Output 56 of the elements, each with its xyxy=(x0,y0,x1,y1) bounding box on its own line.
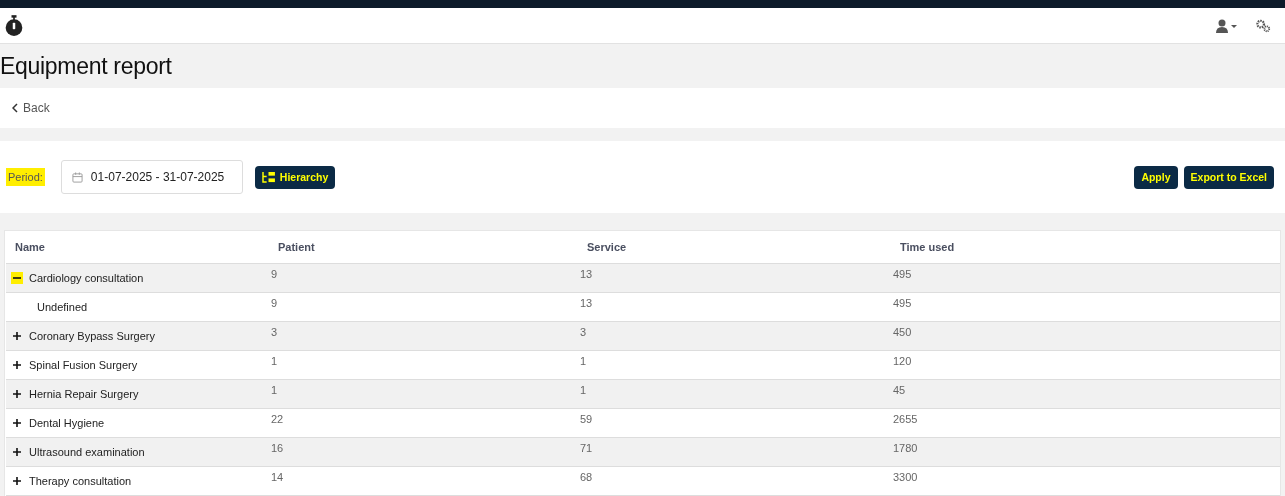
table-cell-text: 1 xyxy=(270,383,279,396)
chevron-left-icon xyxy=(12,103,18,113)
back-link[interactable]: Back xyxy=(12,101,50,115)
table-cell-text: 13 xyxy=(579,296,594,309)
hierarchy-icon xyxy=(261,171,275,183)
table-cell: Spinal Fusion Surgery xyxy=(29,359,138,371)
table-cell-text: 22 xyxy=(270,412,285,425)
table-cell-text: 495 xyxy=(892,267,913,280)
period-label: Period: xyxy=(6,168,45,186)
settings-icon[interactable] xyxy=(1256,18,1271,33)
collapse-icon[interactable] xyxy=(11,272,23,284)
hierarchy-button[interactable]: Hierarchy xyxy=(254,165,336,189)
table-cell-text: 495 xyxy=(892,296,913,309)
table-cell-text: 68 xyxy=(579,470,594,483)
table-cell-text: 59 xyxy=(579,412,594,425)
table-cell-text: 16 xyxy=(270,441,285,454)
table-cell: Ultrasound examination xyxy=(29,446,145,458)
table-cell-text: 3300 xyxy=(892,470,919,483)
table-cell-text: 71 xyxy=(579,441,594,454)
table-cell: Cardiology consultation xyxy=(29,272,144,284)
table-cell-text: 9 xyxy=(270,296,279,309)
expand-icon[interactable] xyxy=(11,388,23,400)
export-button[interactable]: Export to Excel xyxy=(1183,165,1274,189)
table-cell: Therapy consultation xyxy=(29,475,132,487)
column-header: Patient xyxy=(277,241,316,253)
table-cell-text: 9 xyxy=(270,267,279,280)
expand-icon[interactable] xyxy=(11,475,23,487)
table-cell-text: 1 xyxy=(270,354,279,367)
table-cell-text: 3 xyxy=(579,325,588,338)
user-icon[interactable] xyxy=(1216,18,1238,33)
expand-icon[interactable] xyxy=(11,359,23,371)
table-cell-text: 3 xyxy=(270,325,279,338)
expand-icon[interactable] xyxy=(11,330,23,342)
table-cell: Dental Hygiene xyxy=(29,417,105,429)
table-cell-text: 45 xyxy=(892,383,907,396)
column-header: Name xyxy=(14,241,46,253)
stopwatch-icon[interactable] xyxy=(4,13,24,38)
table-cell-text: 14 xyxy=(270,470,285,483)
column-header: Time used xyxy=(899,241,956,253)
table-cell-text: 120 xyxy=(892,354,913,367)
apply-button[interactable]: Apply xyxy=(1134,165,1178,189)
table-cell: Hernia Repair Surgery xyxy=(29,388,139,400)
date-range-field[interactable]: 01-07-2025 - 31-07-2025 xyxy=(60,160,243,194)
table-cell-text: 13 xyxy=(579,267,594,280)
table-cell-text: 1 xyxy=(579,383,588,396)
calendar-icon xyxy=(71,171,83,183)
table-cell-text: 2655 xyxy=(892,412,919,425)
table-cell-text: 1 xyxy=(579,354,588,367)
column-header: Service xyxy=(586,241,628,253)
expand-icon[interactable] xyxy=(11,417,23,429)
table-cell-text: 1780 xyxy=(892,441,919,454)
table-cell-text: 450 xyxy=(892,325,913,338)
expand-icon[interactable] xyxy=(11,446,23,458)
table-cell-text: Undefined xyxy=(36,301,88,313)
table-cell: Coronary Bypass Surgery xyxy=(29,330,155,342)
page-title: Equipment report xyxy=(0,52,172,80)
